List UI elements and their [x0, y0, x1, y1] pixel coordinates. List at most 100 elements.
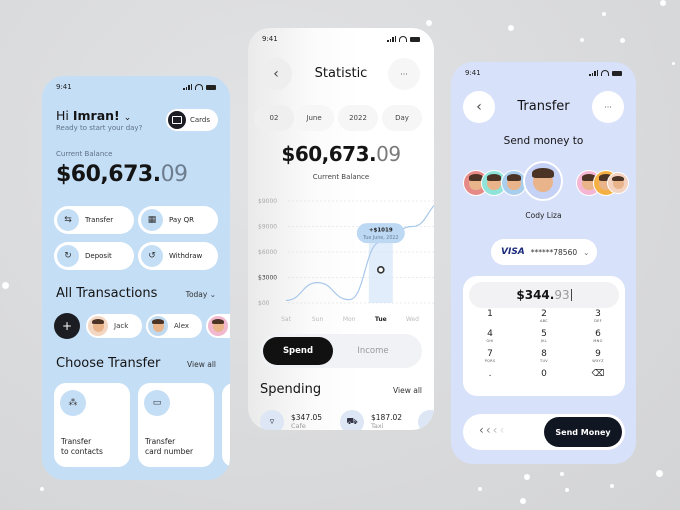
key-letters: JKL [540, 339, 548, 343]
income-tab[interactable]: Income [338, 334, 408, 368]
key-digit: 9 [595, 349, 601, 359]
greeting[interactable]: Hi Imran! ⌄ [56, 108, 131, 123]
action-label: Pay QR [169, 216, 194, 224]
avatar [148, 316, 168, 336]
transfer-button[interactable]: ⇆ Transfer [54, 206, 134, 234]
more-button[interactable]: ··· [388, 58, 420, 90]
tooltip-date: Tue June, 2022 [362, 235, 398, 241]
background-dot [580, 38, 584, 42]
send-slider[interactable]: ‹ ‹ ‹ ‹ Send Money [463, 414, 625, 450]
keypad-key[interactable]: 7 PQRS [475, 350, 505, 364]
keypad-key[interactable]: . [475, 370, 505, 379]
balance-amount: $60,673.09 [248, 142, 434, 166]
transfer-screen: 9:41 ‹ Transfer ··· Send money to Cody L… [451, 62, 636, 464]
key-digit: 5 [541, 329, 547, 339]
contact-chip[interactable]: Jack [86, 314, 142, 338]
cards-button-label: Cards [190, 116, 211, 124]
keypad-key[interactable]: 1 [475, 310, 505, 319]
battery-icon [612, 70, 622, 76]
balance-main: $60,673. [281, 142, 377, 166]
avatar [88, 316, 108, 336]
deposit-icon: ↻ [57, 245, 79, 267]
action-label: Deposit [85, 252, 112, 260]
contact-chip[interactable]: Alex [146, 314, 202, 338]
y-tick-label: $3000 [258, 275, 277, 282]
plus-icon: + [61, 319, 73, 333]
key-letters: DEF [594, 319, 602, 323]
greeting-subtitle: Ready to start your day? [56, 124, 143, 132]
transfer-to-contacts-card[interactable]: ⁂ Transfer to contacts [54, 383, 130, 467]
view-all-link[interactable]: View all [393, 386, 422, 395]
chevron-down-icon[interactable]: ⌄ [124, 113, 132, 123]
more-icon: ··· [604, 102, 612, 112]
spend-income-toggle[interactable]: Spend Income [260, 334, 422, 368]
spending-item[interactable]: ⛟ $187.02 Taxi [340, 410, 402, 430]
keypad-key[interactable]: 8 TUV [529, 350, 559, 364]
transfer-icon: ⇆ [57, 209, 79, 231]
key-digit: 3 [595, 309, 601, 319]
recipient-avatar[interactable] [607, 172, 629, 194]
tooltip-value: +$1019 [369, 228, 393, 234]
keypad-key[interactable]: 6 MNO [583, 330, 613, 344]
keypad-key[interactable]: 9 WXYZ [583, 350, 613, 364]
background-dot [508, 25, 514, 31]
signal-icon [183, 84, 192, 90]
selected-recipient-avatar[interactable] [523, 161, 563, 201]
selected-point-marker[interactable] [377, 266, 385, 274]
spending-item[interactable] [418, 410, 434, 430]
day-filter[interactable]: 02 [254, 105, 294, 131]
key-letters: PQRS [484, 359, 496, 363]
keypad-key[interactable]: 5 JKL [529, 330, 559, 344]
add-contact-button[interactable]: + [54, 313, 80, 339]
more-button[interactable]: ··· [592, 91, 624, 123]
background-dot [520, 498, 526, 504]
action-label: Transfer [85, 216, 114, 224]
keypad: $344. 93 1 2 ABC 3 DEF 4 GHI 5 JKL 6 MNO 7 PQRS 8 TUV 9 W… [463, 276, 625, 396]
battery-icon [206, 84, 216, 90]
pay-qr-button[interactable]: ▦ Pay QR [138, 206, 218, 234]
withdraw-icon: ↺ [141, 245, 163, 267]
avatar [208, 316, 228, 336]
card-selector[interactable]: VISA ******78560 ⌄ [491, 239, 597, 265]
transactions-filter-dropdown[interactable]: Today ⌄ [186, 290, 216, 299]
key-digit: . [488, 369, 492, 379]
y-tick-label: $6000 [258, 249, 277, 256]
transfer-card-number-card[interactable]: ▭ Transfer card number [138, 383, 214, 467]
card-icon: ▭ [144, 390, 170, 416]
keypad-key[interactable]: 0 [529, 370, 559, 379]
background-dot [660, 0, 666, 6]
month-filter[interactable]: June [294, 105, 334, 131]
keypad-key[interactable]: 2 ABC [529, 310, 559, 324]
key-letters: GHI [486, 339, 494, 343]
transfer-option-card[interactable] [222, 383, 230, 467]
amount-input[interactable]: $344. 93 [469, 282, 619, 308]
spending-category: Cafe [291, 422, 306, 430]
category-icon [418, 410, 434, 430]
qr-icon: ▦ [141, 209, 163, 231]
keypad-key[interactable]: 3 DEF [583, 310, 613, 324]
swipe-chevrons-icon: ‹ ‹ ‹ ‹ [479, 423, 505, 437]
background-dot [610, 484, 614, 488]
contact-chip[interactable] [206, 314, 230, 338]
user-name: Imran! [72, 108, 120, 123]
spending-chart[interactable]: $00$3000$6000$9000$9000SatSunMonTueWedTh… [248, 193, 434, 328]
y-tick-label: $9000 [258, 224, 277, 231]
year-filter[interactable]: 2022 [338, 105, 378, 131]
choose-transfer-title: Choose Transfer [56, 356, 161, 371]
backspace-key[interactable]: ⌫ [583, 370, 613, 379]
cards-button[interactable]: Cards [166, 109, 218, 131]
period-filter[interactable]: Day [382, 105, 422, 131]
send-money-button[interactable]: Send Money [544, 417, 622, 447]
status-bar: 9:41 [248, 28, 434, 50]
view-all-link[interactable]: View all [187, 360, 216, 369]
deposit-button[interactable]: ↻ Deposit [54, 242, 134, 270]
background-dot [672, 62, 675, 65]
key-digit: 0 [541, 369, 547, 379]
spending-amount: $187.02 [371, 413, 403, 422]
withdraw-button[interactable]: ↺ Withdraw [138, 242, 218, 270]
keypad-key[interactable]: 4 GHI [475, 330, 505, 344]
spending-item[interactable]: ▿ $347.05 Cafe [260, 410, 322, 430]
x-tick-label: Tue [375, 316, 387, 323]
spending-title: Spending [260, 382, 322, 397]
spend-tab[interactable]: Spend [263, 337, 333, 365]
